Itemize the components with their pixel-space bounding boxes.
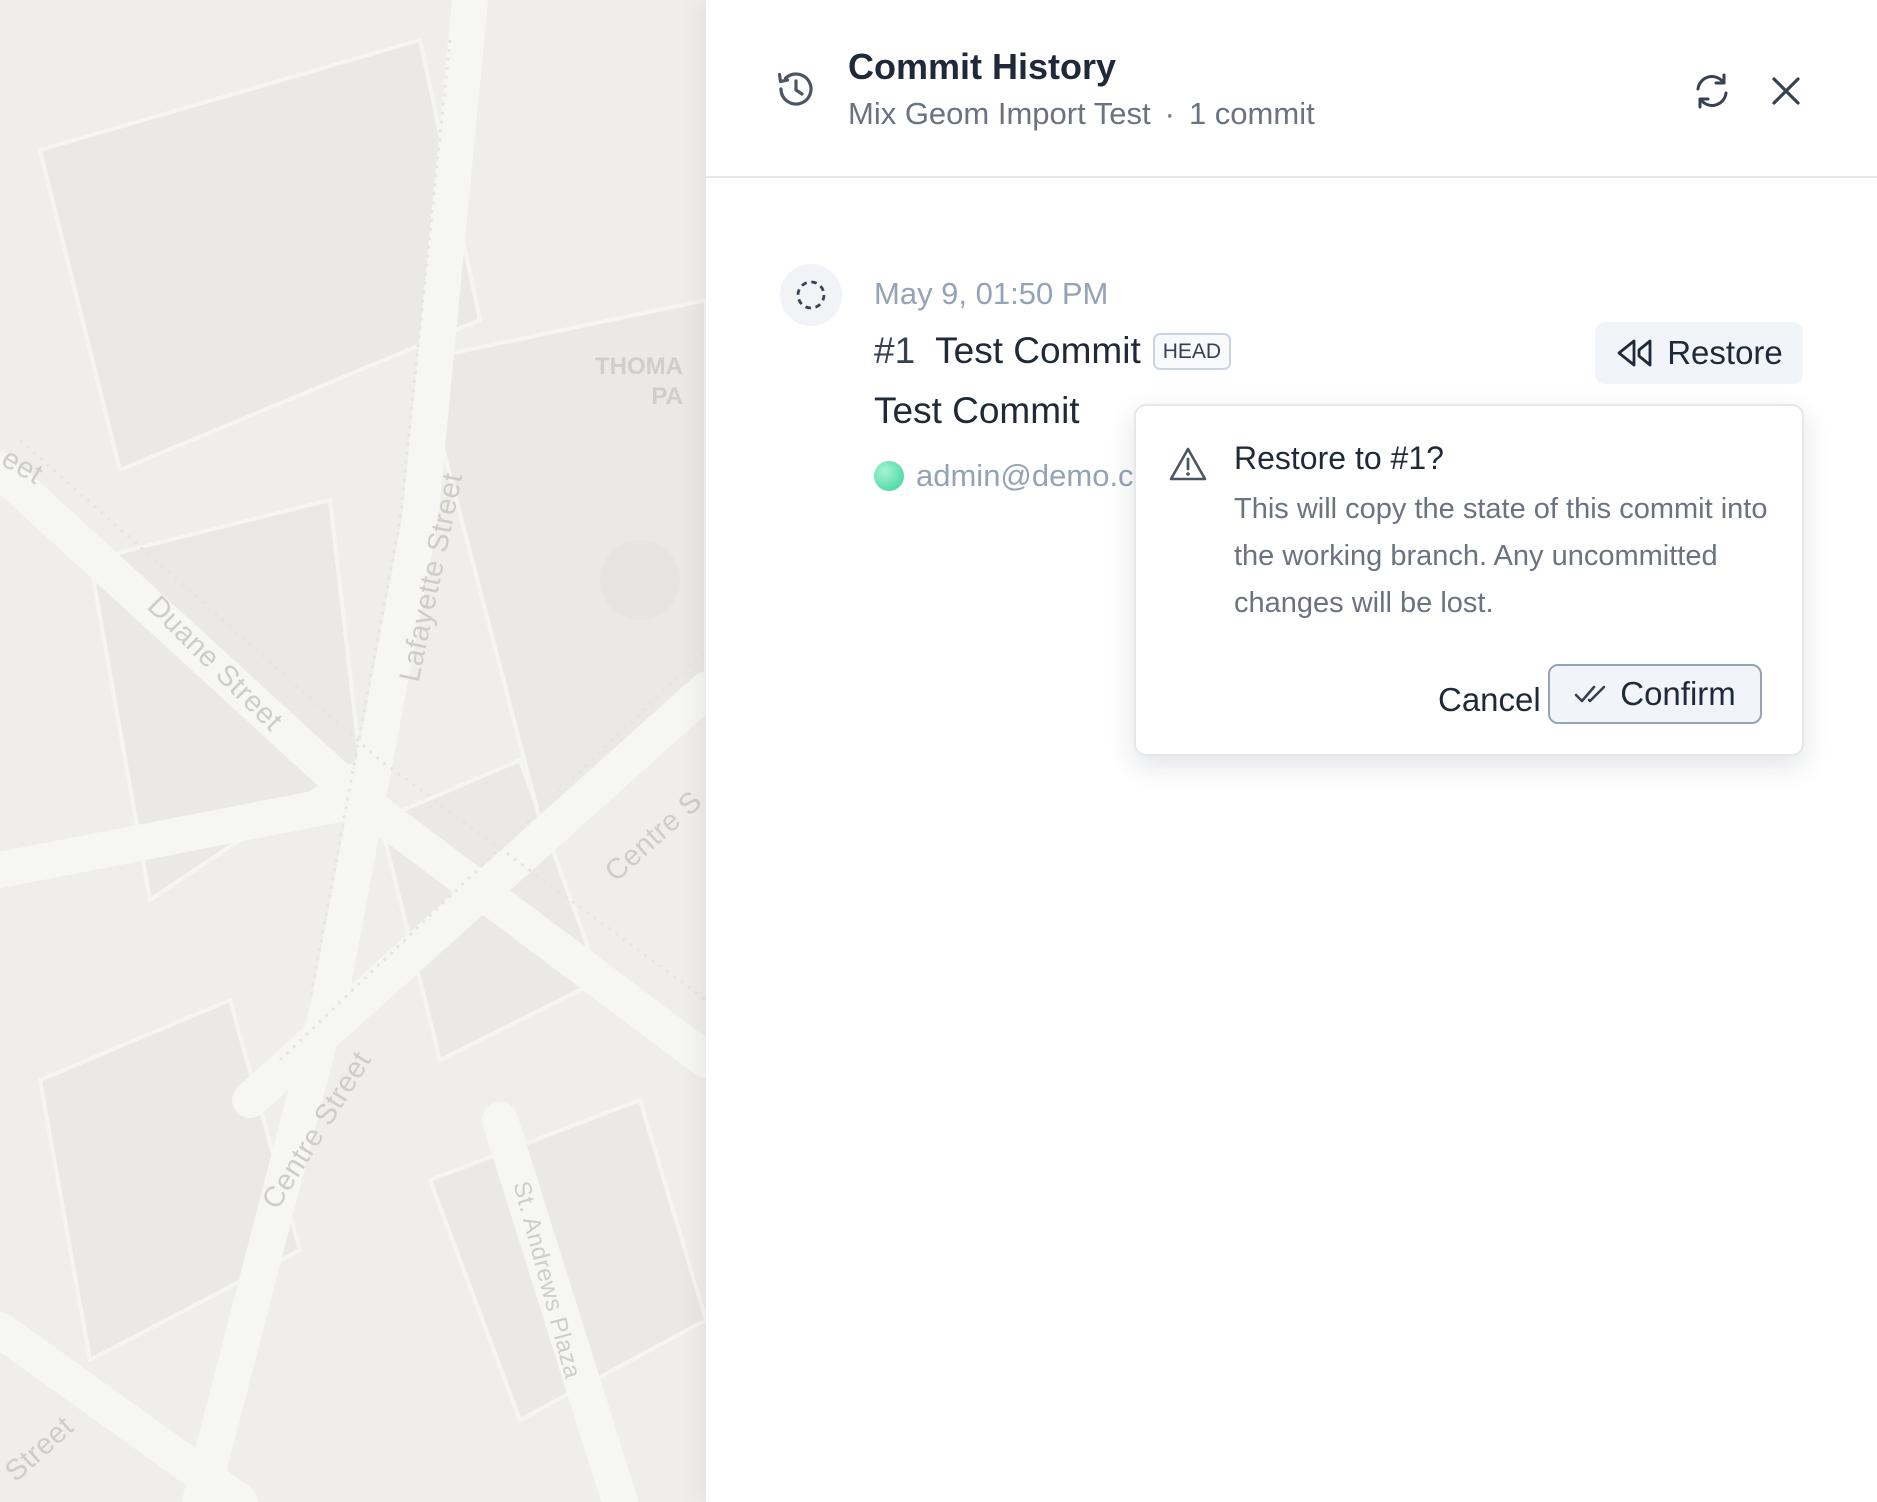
close-icon: [1772, 77, 1800, 105]
close-button[interactable]: [1758, 63, 1814, 119]
commit-title: Test Commit: [935, 330, 1141, 371]
map-streets: [0, 0, 706, 1502]
popover-title: Restore to #1?: [1234, 440, 1444, 476]
commit-count: 1 commit: [1188, 96, 1315, 131]
restore-button-label: Restore: [1667, 334, 1783, 371]
place-label: THOMA PA: [595, 352, 683, 412]
head-badge: HEAD: [1152, 332, 1232, 370]
popover-body: This will copy the state of this commit …: [1234, 493, 1768, 619]
panel-subtitle: Mix Geom Import Test · 1 commit: [848, 96, 1315, 132]
map-background[interactable]: Duane Street Lafayette Street Centre Str…: [0, 0, 706, 1502]
commit-marker: [780, 264, 842, 326]
subtitle-separator: ·: [1164, 96, 1175, 131]
restore-rewind-icon: [1617, 339, 1652, 367]
restore-button[interactable]: Restore: [1595, 322, 1803, 384]
restore-confirm-popover: Restore to #1? This will copy the state …: [1134, 404, 1804, 756]
cancel-button[interactable]: Cancel: [1414, 670, 1565, 730]
commit-dashed-circle-icon: [796, 280, 826, 310]
refresh-icon: [1696, 73, 1728, 109]
refresh-button[interactable]: [1684, 63, 1740, 119]
history-icon: [777, 72, 813, 106]
author-row: admin@demo.co: [874, 458, 1151, 494]
project-name: Mix Geom Import Test: [848, 96, 1151, 131]
commit-history-panel: Commit History Mix Geom Import Test · 1 co…: [706, 0, 1877, 1502]
commit-title-row: #1 Test Commit HEAD: [874, 330, 1232, 372]
confirm-button-label: Confirm: [1620, 675, 1736, 712]
commit-number: #1: [874, 330, 916, 371]
panel-header: Commit History Mix Geom Import Test · 1 co…: [706, 0, 1877, 178]
avatar: [874, 461, 904, 491]
place-label-line-2: PA: [651, 383, 683, 410]
commit-date: May 9, 01:50 PM: [874, 276, 1109, 311]
warning-icon: [1169, 447, 1207, 481]
commit-message: Test Commit: [874, 390, 1080, 431]
author-email: admin@demo.co: [916, 458, 1151, 493]
place-label-line-1: THOMA: [595, 353, 683, 380]
confirm-button[interactable]: Confirm: [1548, 664, 1762, 724]
double-check-icon: [1574, 685, 1606, 703]
panel-title: Commit History: [848, 46, 1117, 87]
